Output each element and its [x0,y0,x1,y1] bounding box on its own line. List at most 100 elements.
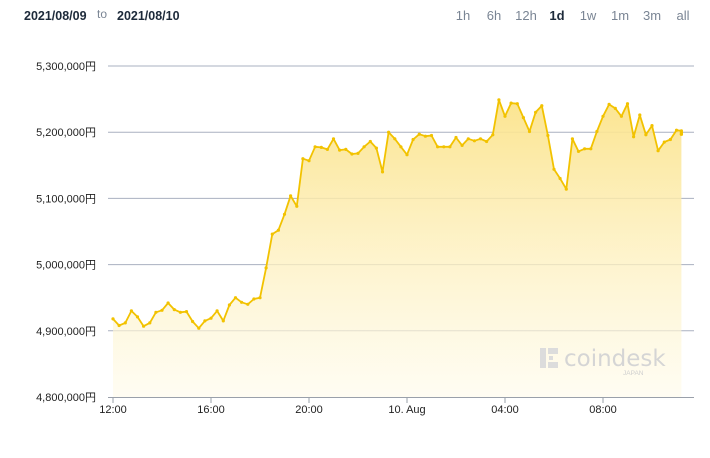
data-point [619,114,624,118]
data-point [595,129,599,134]
data-point [135,315,140,319]
data-point [258,296,262,300]
data-point [448,145,452,149]
data-point [552,167,556,171]
data-point [289,194,293,198]
data-point [576,149,581,153]
y-tick-label: 5,100,000円 [36,193,96,205]
data-point [558,176,562,181]
data-point [411,137,415,142]
data-point [123,321,127,325]
data-point [325,147,329,151]
x-tick-label: 10. Aug [388,404,425,416]
data-point [668,137,673,142]
watermark-sub: JAPAN [623,370,644,377]
y-axis: 5,300,000円 5,200,000円 5,100,000円 5,000,000円… [36,61,96,404]
data-point [644,133,648,137]
x-tick-label: 12:00 [99,404,127,416]
data-point [142,324,146,328]
data-point [380,170,385,174]
data-point [515,102,519,106]
data-point [129,309,133,313]
data-point [331,137,336,141]
data-point [282,212,287,216]
data-point [264,266,268,270]
data-point [270,232,274,236]
data-point [117,323,121,328]
data-point [191,319,195,324]
data-point [625,102,630,106]
data-point [356,151,360,155]
data-point [656,149,660,153]
data-point [399,145,403,149]
data-point [276,228,280,232]
x-tick-label: 20:00 [295,404,323,416]
data-point [485,139,489,144]
data-point [534,110,538,114]
data-point [111,317,115,321]
data-point [166,301,170,305]
data-point [679,132,684,136]
data-point [429,133,434,138]
data-point [503,114,507,118]
data-point [301,157,305,161]
data-point [472,139,476,143]
y-tick-label: 5,300,000円 [36,61,96,73]
data-point [154,310,158,314]
data-point [570,137,575,141]
data-point [583,147,587,151]
data-point [564,187,568,191]
data-point [246,302,250,306]
data-point [252,297,256,301]
data-point [209,316,213,320]
data-point [521,116,526,120]
y-tick-label: 4,800,000円 [36,392,96,404]
data-point [436,145,440,149]
data-point [160,308,164,312]
data-point [497,98,501,102]
data-point [546,133,550,138]
data-point [460,143,464,147]
data-point [362,145,366,149]
data-point [491,133,495,137]
data-point [589,147,593,151]
watermark-brand: coindesk [564,346,666,372]
data-point [662,140,666,144]
data-point [650,124,654,128]
data-point [442,145,446,149]
data-point [221,319,225,323]
x-tick-label: 04:00 [491,404,519,416]
data-point [417,132,421,136]
data-point [307,159,311,163]
data-point [374,146,378,150]
x-tick-label: 16:00 [197,404,225,416]
data-point [632,135,636,139]
data-point [240,300,244,304]
data-point [540,104,544,108]
data-point [466,137,470,141]
data-point [613,106,617,110]
data-point [197,326,201,330]
data-point [607,102,611,106]
data-point [313,145,317,149]
x-axis: 12:00 16:00 20:00 10. Aug 04:00 08:00 [99,397,694,416]
data-point [393,137,397,141]
data-point [233,296,238,300]
data-point [295,204,299,208]
data-point [509,101,513,105]
x-tick-label: 08:00 [589,404,617,416]
data-point [203,319,207,323]
data-point [350,152,354,156]
data-point [172,308,176,312]
y-tick-label: 5,200,000円 [36,127,96,139]
data-point [674,128,679,132]
data-point [423,134,427,138]
data-point [601,114,605,118]
data-point [319,145,323,149]
data-point [454,135,458,140]
data-point [638,113,642,117]
data-point [478,137,483,141]
data-point [387,130,391,134]
data-point [184,310,189,314]
data-point [148,321,152,325]
